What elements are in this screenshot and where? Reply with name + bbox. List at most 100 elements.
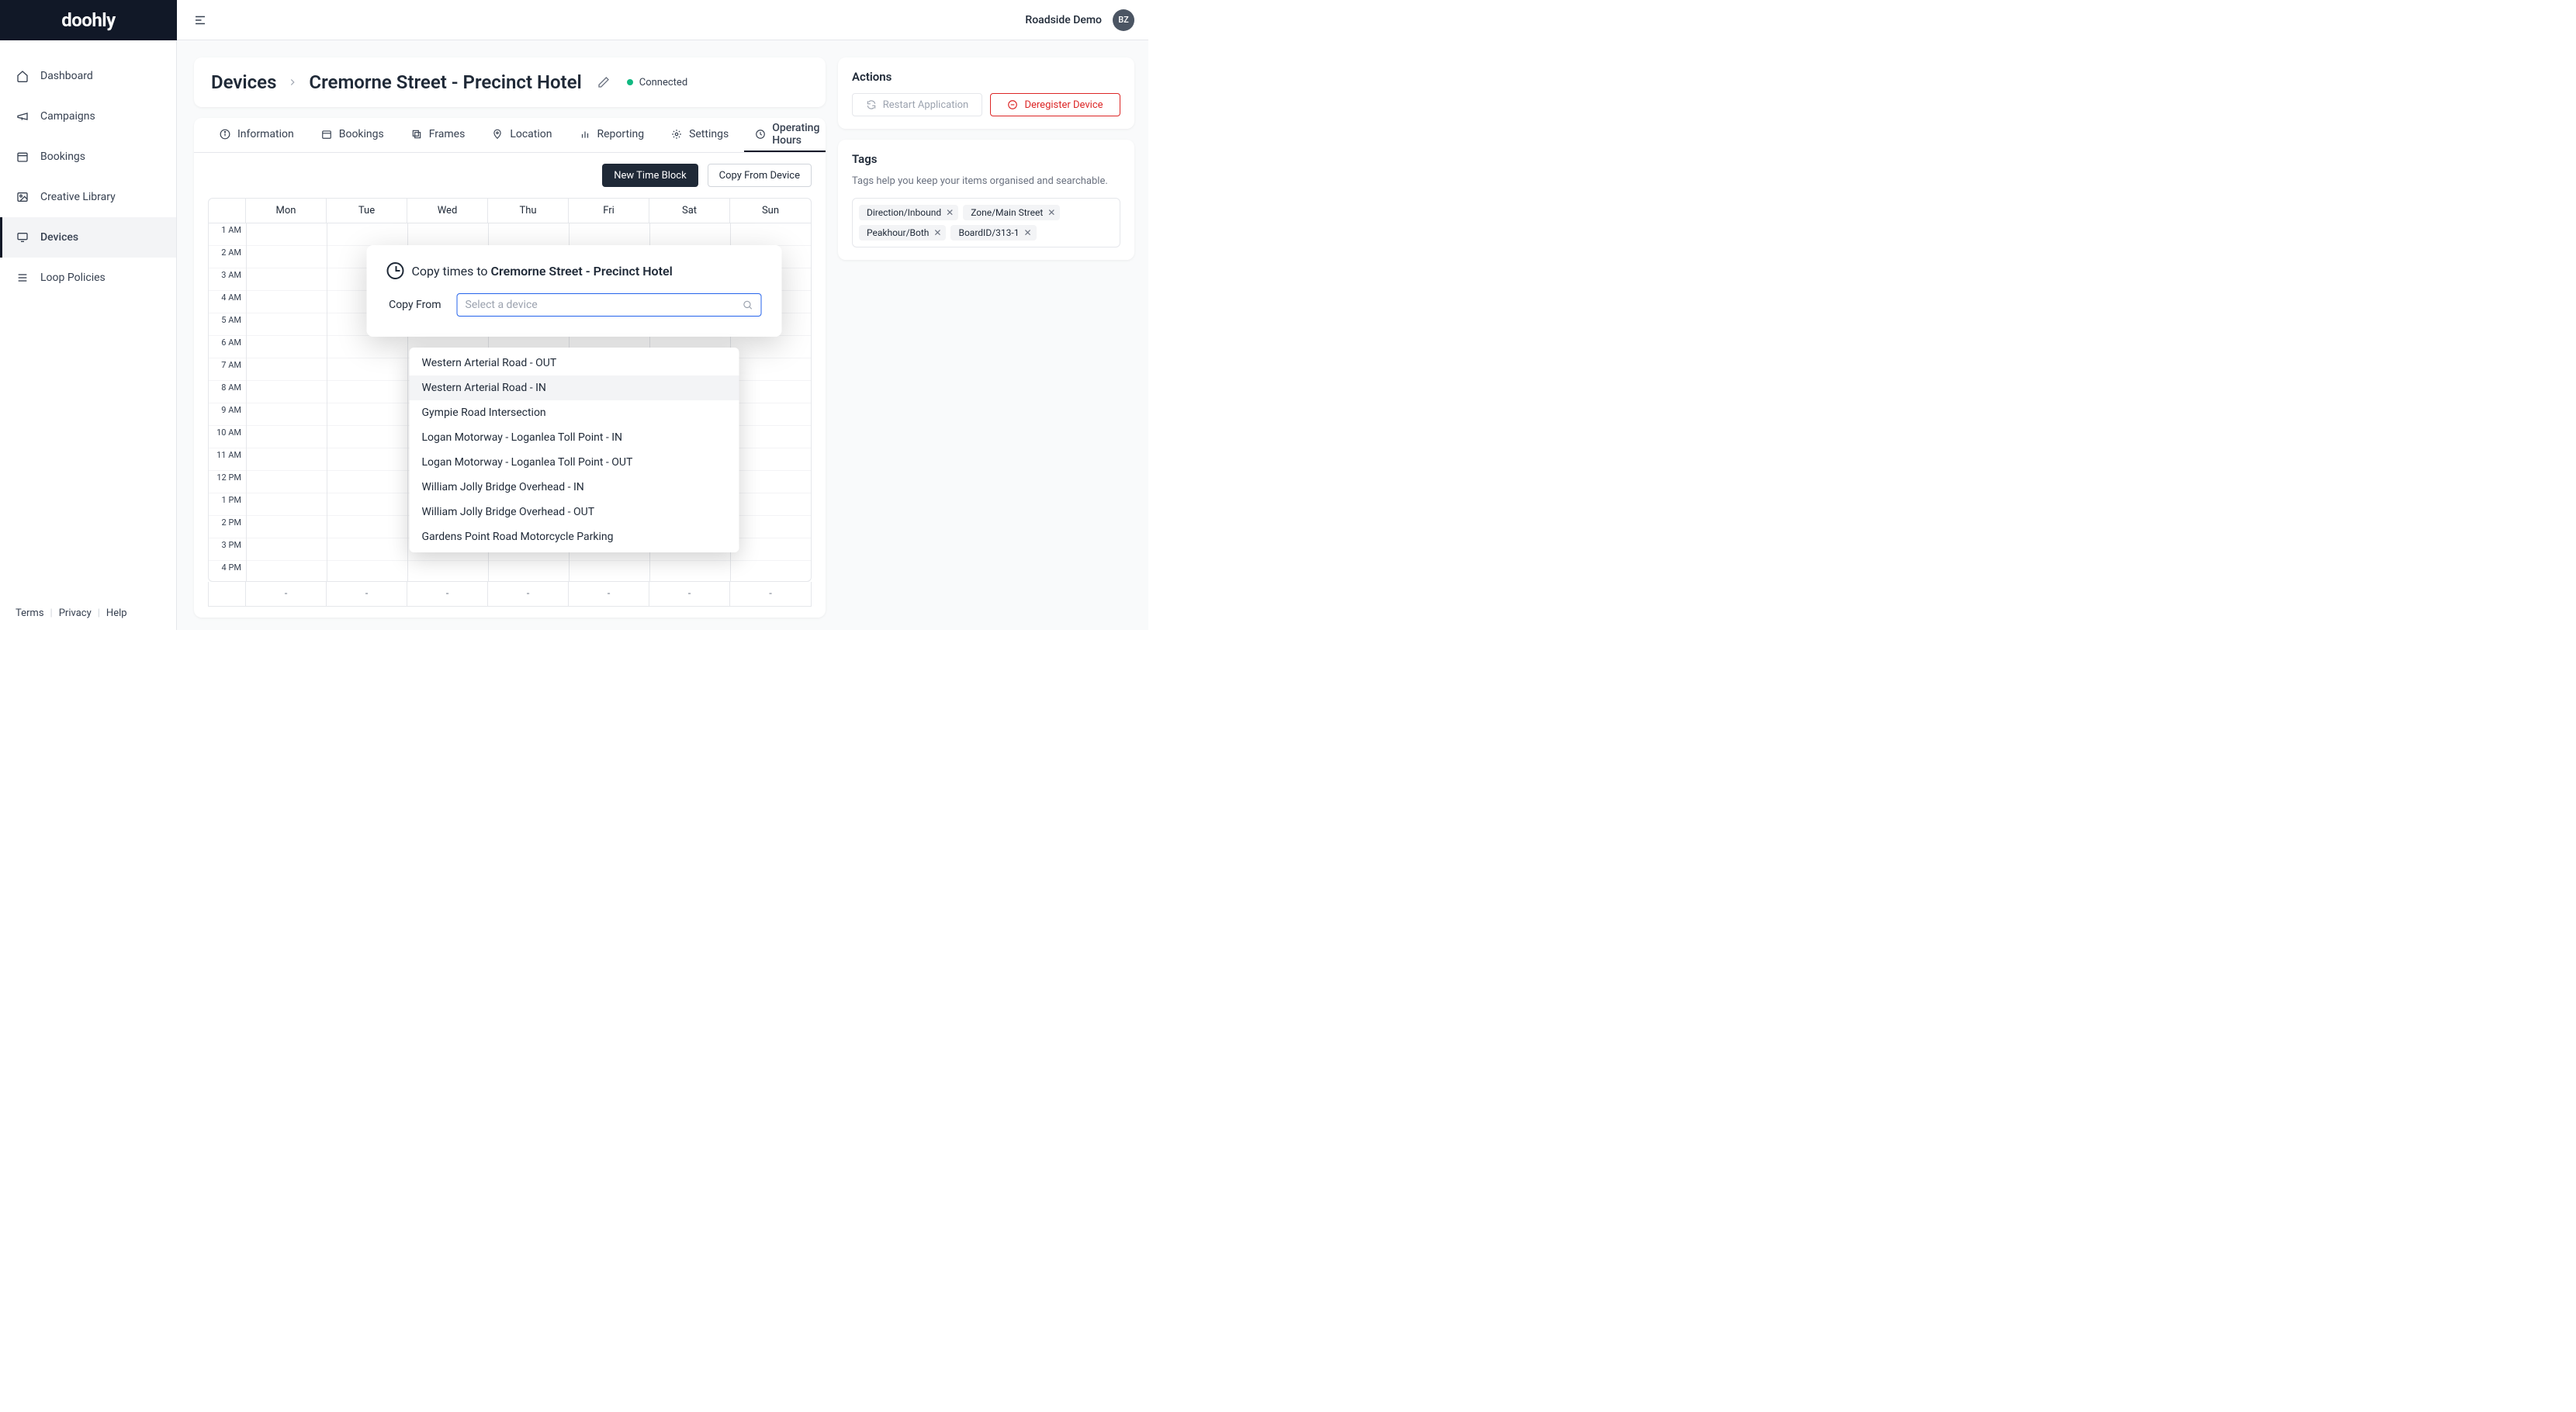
- clock-icon: [387, 262, 404, 279]
- deregister-device-button[interactable]: Deregister Device: [990, 93, 1120, 116]
- device-select-dropdown[interactable]: Western Arterial Road - OUTWestern Arter…: [410, 348, 739, 552]
- dropdown-option[interactable]: Gardens Point Road Motorcycle Parking: [410, 524, 739, 549]
- calendar-cell[interactable]: [408, 223, 488, 246]
- calendar-cell[interactable]: [650, 561, 730, 582]
- calendar-time-label: 11 AM: [209, 448, 246, 471]
- calendar-cell[interactable]: [327, 223, 407, 246]
- dropdown-option[interactable]: Western Arterial Road - OUT: [410, 351, 739, 375]
- tag-remove-icon[interactable]: ✕: [1047, 207, 1055, 218]
- calendar-cell[interactable]: [327, 538, 407, 561]
- breadcrumb-root[interactable]: Devices: [211, 71, 276, 93]
- tags-panel-subtitle: Tags help you keep your items organised …: [852, 175, 1120, 187]
- tab-operating-hours[interactable]: Operating Hours: [744, 118, 826, 152]
- sidebar-item-devices[interactable]: Devices: [0, 217, 176, 258]
- calendar-cell[interactable]: [327, 448, 407, 471]
- calendar-time-label: 3 PM: [209, 538, 246, 561]
- org-name[interactable]: Roadside Demo: [1025, 14, 1102, 26]
- tab-location[interactable]: Location: [480, 118, 563, 152]
- calendar-cell[interactable]: [327, 561, 407, 582]
- tag-remove-icon[interactable]: ✕: [933, 227, 941, 238]
- calendar-footer-cell: -: [569, 582, 649, 606]
- tab-bookings[interactable]: Bookings: [310, 118, 395, 152]
- calendar-header-day: Tue: [327, 199, 407, 223]
- calendar-cell[interactable]: [247, 561, 327, 582]
- status-dot-icon: [627, 79, 633, 85]
- calendar-cell[interactable]: [247, 223, 327, 246]
- calendar-cell[interactable]: [570, 561, 649, 582]
- calendar-cell[interactable]: [247, 426, 327, 448]
- calendar-cell[interactable]: [247, 516, 327, 538]
- calendar-cell[interactable]: [570, 223, 649, 246]
- calendar-cell[interactable]: [327, 336, 407, 358]
- calendar-icon: [16, 150, 29, 164]
- sidebar-toggle-icon[interactable]: [191, 11, 209, 29]
- calendar-cell[interactable]: [247, 336, 327, 358]
- dropdown-option[interactable]: William Jolly Bridge Overhead - OUT: [410, 500, 739, 524]
- calendar-cell[interactable]: [731, 336, 811, 358]
- calendar-cell[interactable]: [247, 471, 327, 493]
- calendar-cell[interactable]: [247, 268, 327, 291]
- calendar-cell[interactable]: [731, 516, 811, 538]
- calendar-cell[interactable]: [247, 448, 327, 471]
- calendar-cell[interactable]: [489, 223, 569, 246]
- calendar-cell[interactable]: [731, 358, 811, 381]
- calendar-cell[interactable]: [327, 403, 407, 426]
- footer-privacy[interactable]: Privacy: [59, 607, 92, 619]
- calendar-cell[interactable]: [731, 561, 811, 582]
- avatar[interactable]: BZ: [1113, 9, 1134, 31]
- sidebar-item-campaigns[interactable]: Campaigns: [0, 96, 176, 137]
- tab-settings[interactable]: Settings: [660, 118, 739, 152]
- tags-input[interactable]: Direction/Inbound✕Zone/Main Street✕Peakh…: [852, 198, 1120, 247]
- calendar-time-label: 1 PM: [209, 493, 246, 516]
- calendar-cell[interactable]: [731, 426, 811, 448]
- copy-from-device-button[interactable]: Copy From Device: [708, 164, 812, 187]
- calendar-cell[interactable]: [247, 313, 327, 336]
- calendar-cell[interactable]: [731, 538, 811, 561]
- calendar-cell[interactable]: [327, 493, 407, 516]
- tab-information[interactable]: Information: [208, 118, 305, 152]
- sidebar-nav: Dashboard Campaigns Bookings Creative Li…: [0, 40, 176, 597]
- dropdown-option[interactable]: William Jolly Bridge Overhead - IN: [410, 475, 739, 500]
- tag-remove-icon[interactable]: ✕: [1023, 227, 1031, 238]
- footer-help[interactable]: Help: [106, 607, 127, 619]
- device-select[interactable]: Select a device: [457, 293, 762, 317]
- bullhorn-icon: [16, 109, 29, 123]
- calendar-cell[interactable]: [327, 516, 407, 538]
- calendar-cell[interactable]: [650, 223, 730, 246]
- calendar-cell[interactable]: [731, 448, 811, 471]
- calendar-cell[interactable]: [247, 358, 327, 381]
- calendar-cell[interactable]: [408, 561, 488, 582]
- new-time-block-button[interactable]: New Time Block: [602, 164, 698, 187]
- sidebar-item-creative-library[interactable]: Creative Library: [0, 177, 176, 217]
- calendar-cell[interactable]: [731, 493, 811, 516]
- dropdown-option[interactable]: Logan Motorway - Loganlea Toll Point - I…: [410, 425, 739, 450]
- calendar-cell[interactable]: [247, 493, 327, 516]
- calendar-cell[interactable]: [327, 471, 407, 493]
- tab-reporting[interactable]: Reporting: [568, 118, 656, 152]
- dropdown-option[interactable]: Logan Motorway - Loganlea Toll Point - O…: [410, 450, 739, 475]
- calendar-time-label: 8 AM: [209, 381, 246, 403]
- tag-remove-icon[interactable]: ✕: [946, 207, 954, 218]
- calendar-cell[interactable]: [327, 426, 407, 448]
- calendar-cell[interactable]: [327, 358, 407, 381]
- calendar-cell[interactable]: [327, 381, 407, 403]
- calendar-cell[interactable]: [489, 561, 569, 582]
- sidebar-item-loop-policies[interactable]: Loop Policies: [0, 258, 176, 298]
- calendar-cell[interactable]: [247, 538, 327, 561]
- calendar-cell[interactable]: [731, 403, 811, 426]
- sidebar-item-dashboard[interactable]: Dashboard: [0, 56, 176, 96]
- tab-frames[interactable]: Frames: [400, 118, 476, 152]
- dropdown-option[interactable]: Gympie Road Intersection: [410, 400, 739, 425]
- calendar-cell[interactable]: [731, 223, 811, 246]
- calendar-day-col[interactable]: [246, 223, 327, 582]
- calendar-cell[interactable]: [731, 381, 811, 403]
- edit-icon[interactable]: [597, 76, 610, 88]
- calendar-cell[interactable]: [247, 403, 327, 426]
- footer-terms[interactable]: Terms: [16, 607, 44, 619]
- calendar-cell[interactable]: [247, 246, 327, 268]
- calendar-cell[interactable]: [731, 471, 811, 493]
- dropdown-option[interactable]: Western Arterial Road - IN: [410, 375, 739, 400]
- calendar-cell[interactable]: [247, 381, 327, 403]
- calendar-cell[interactable]: [247, 291, 327, 313]
- sidebar-item-bookings[interactable]: Bookings: [0, 137, 176, 177]
